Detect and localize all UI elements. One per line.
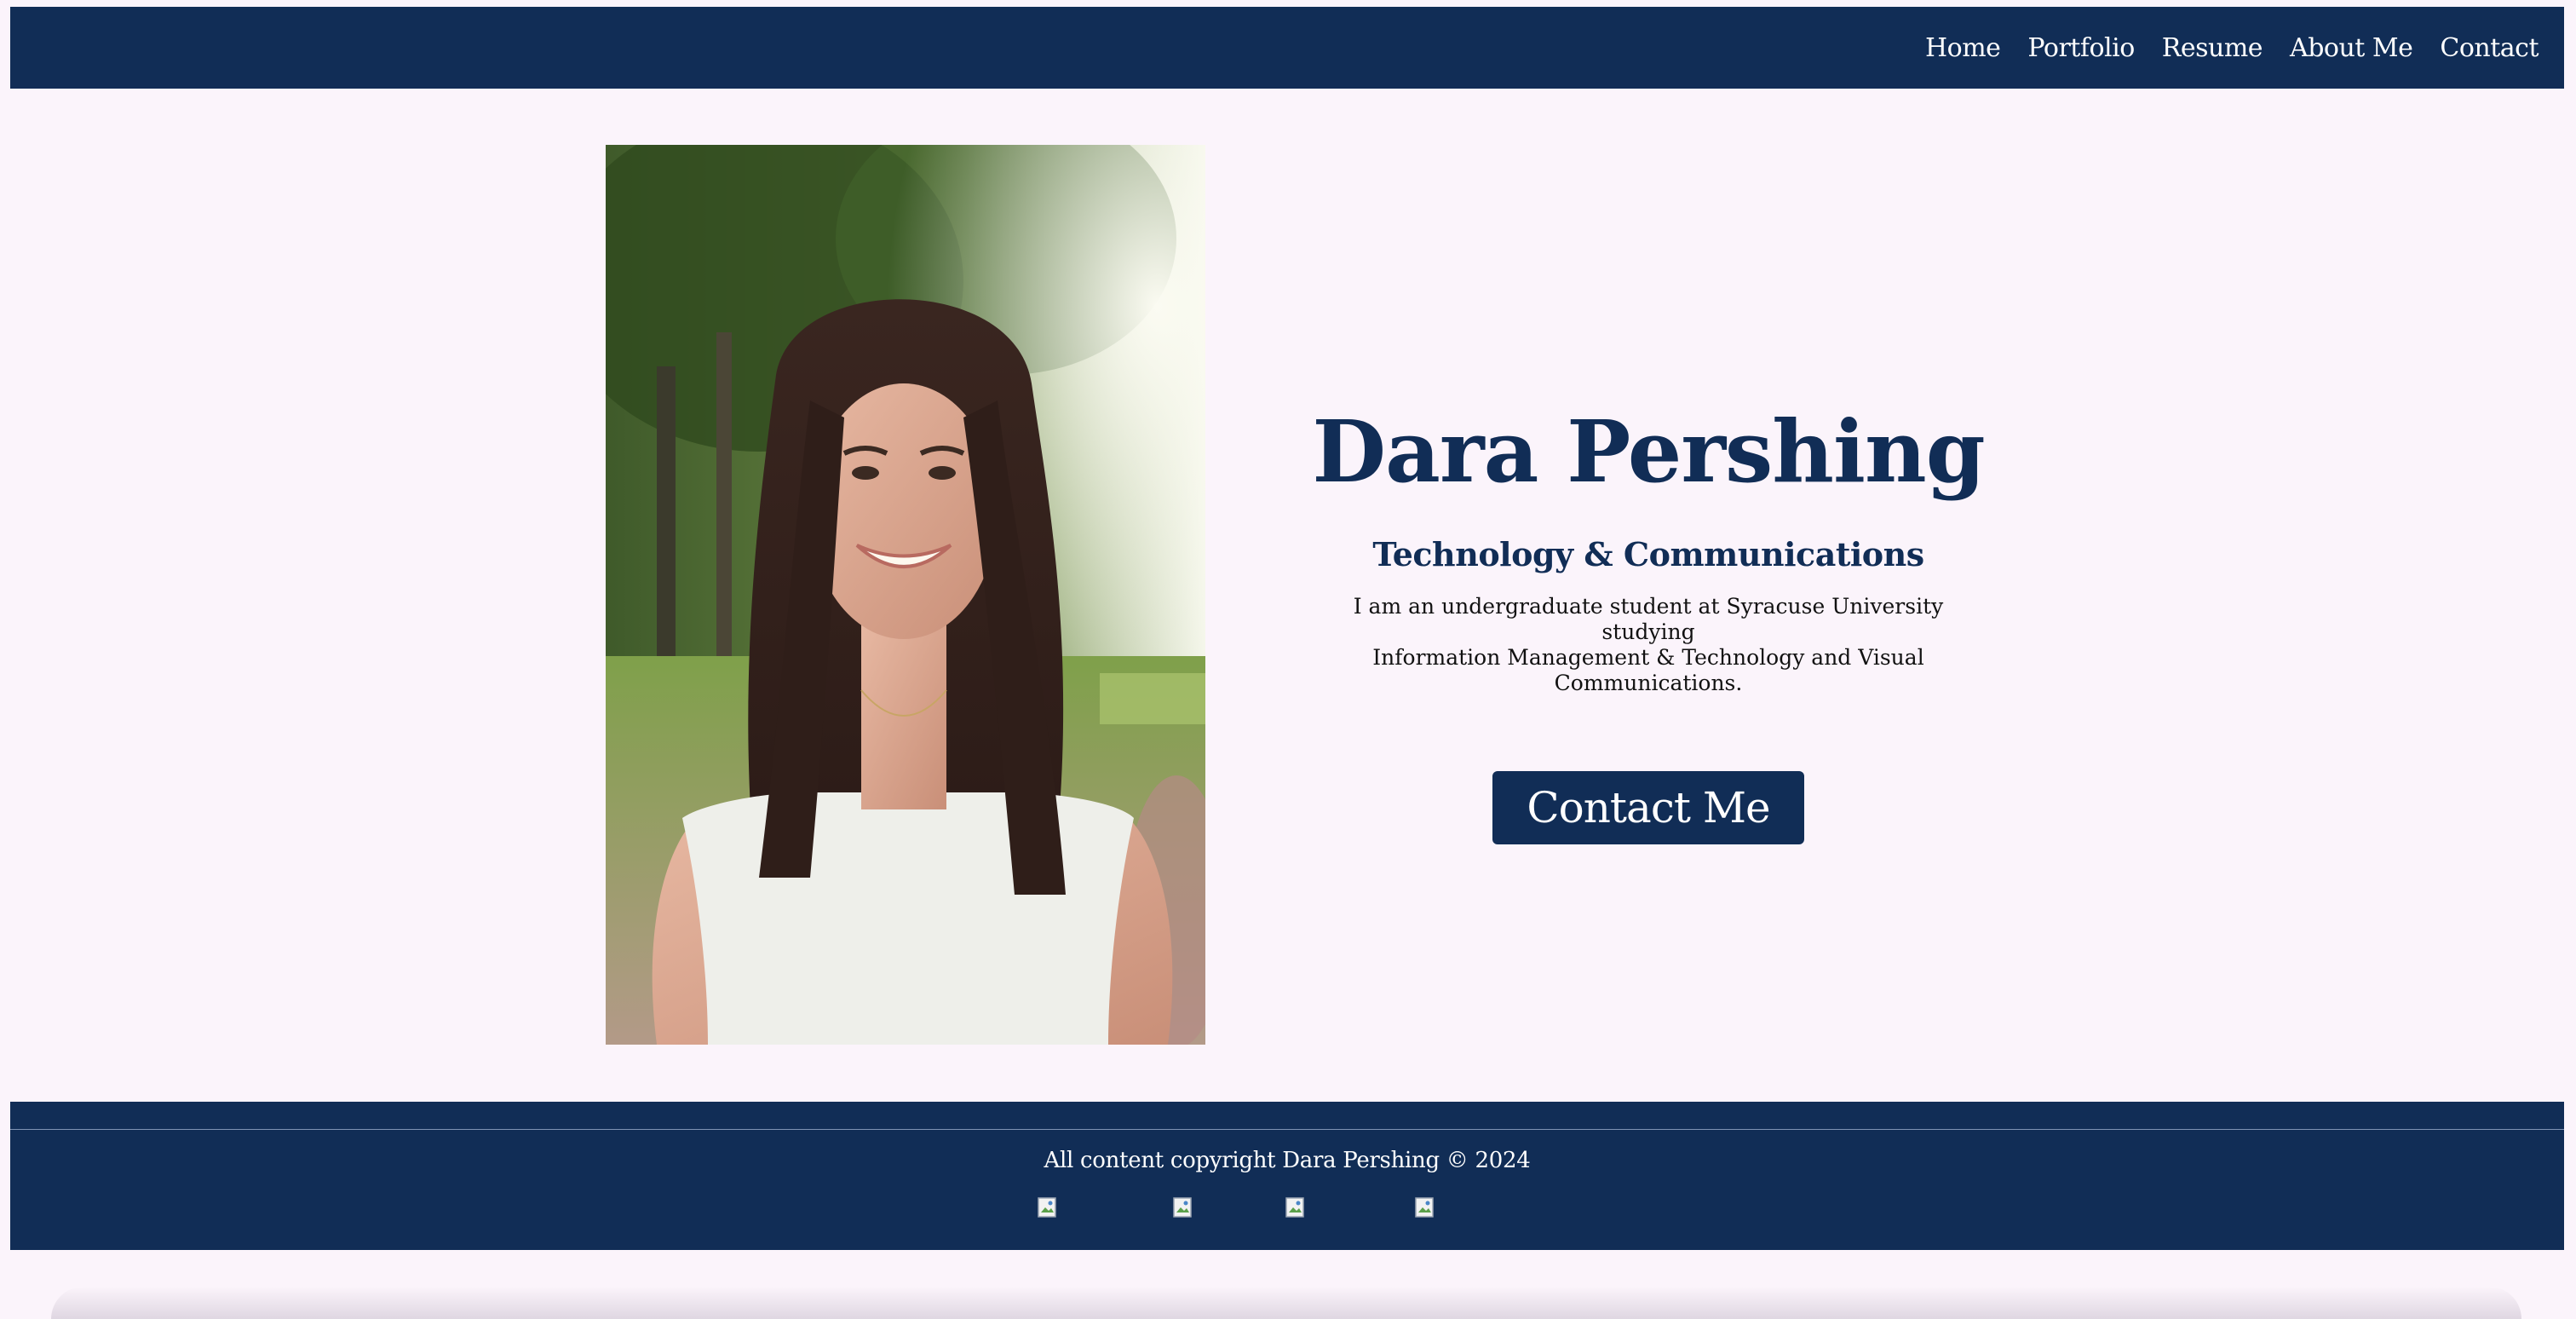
contact-me-button[interactable]: Contact Me (1492, 771, 1804, 844)
profile-photo (606, 145, 1205, 1045)
copyright-text: All content copyright Dara Pershing © 20… (1044, 1148, 1531, 1173)
broken-image-icon (1285, 1197, 1304, 1218)
broken-image-icon (1038, 1197, 1056, 1218)
nav-resume[interactable]: Resume (2162, 33, 2263, 63)
nav-home[interactable]: Home (1925, 33, 2001, 63)
main-nav: Home Portfolio Resume About Me Contact (1898, 7, 2539, 89)
broken-image-icon (1173, 1197, 1192, 1218)
hero-bio: I am an undergraduate student at Syracus… (1308, 594, 1989, 696)
social-link-3[interactable] (1285, 1197, 1304, 1218)
hero-bio-line-1: I am an undergraduate student at Syracus… (1353, 594, 1944, 644)
hero-name: Dara Pershing (1312, 401, 1985, 502)
top-navigation-bar: Home Portfolio Resume About Me Contact (10, 7, 2564, 89)
social-links (10, 1197, 2564, 1223)
nav-contact[interactable]: Contact (2440, 33, 2539, 63)
footer-divider (10, 1129, 2564, 1130)
nav-portfolio[interactable]: Portfolio (2027, 33, 2135, 63)
social-link-1[interactable] (1038, 1197, 1056, 1218)
hero-subtitle: Technology & Communications (1372, 535, 1924, 573)
social-link-4[interactable] (1415, 1197, 1434, 1218)
hero-section: Dara Pershing Technology & Communication… (1261, 400, 2036, 844)
hero-bio-line-2: Information Management & Technology and … (1372, 645, 1924, 695)
page-bottom-shadow (51, 1287, 2521, 1319)
page: Home Portfolio Resume About Me Contact D… (0, 0, 2576, 1319)
footer: All content copyright Dara Pershing © 20… (10, 1102, 2564, 1250)
nav-about-me[interactable]: About Me (2290, 33, 2413, 63)
social-link-2[interactable] (1173, 1197, 1192, 1218)
broken-image-icon (1415, 1197, 1434, 1218)
